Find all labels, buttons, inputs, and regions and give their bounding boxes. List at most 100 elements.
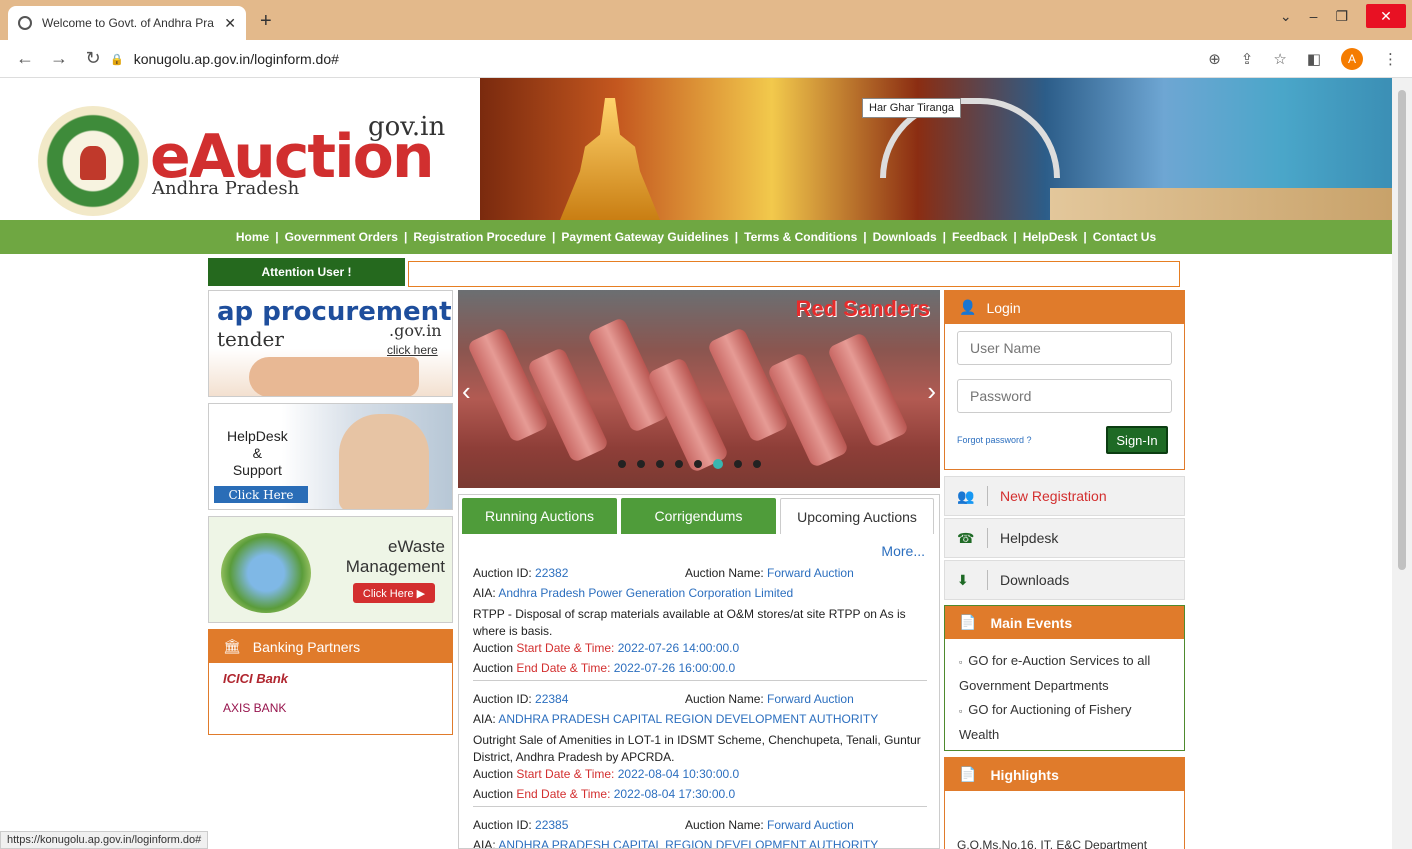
document-icon: 📄 [959,614,977,630]
ewaste-title-line2: Management [345,557,445,576]
menu-icon[interactable]: ⋮ [1383,50,1398,68]
download-icon: ⬇ [957,571,969,588]
nav-downloads[interactable]: Downloads [873,230,937,244]
slider-dots [618,459,761,469]
header-banner: gov.in eAuction Andhra Pradesh Har Ghar … [0,78,1392,220]
chevron-right-icon[interactable]: › [927,376,936,407]
auction-name-label: Auction Name: [685,692,768,706]
aia-value: ANDHRA PRADESH CAPITAL REGION DEVELOPMEN… [498,838,879,849]
new-registration-button[interactable]: 👥 New Registration [944,476,1185,516]
tab-corrigendums[interactable]: Corrigendums [621,498,776,534]
aia-label: AIA: [473,838,499,849]
page-scrollbar[interactable] [1392,78,1412,849]
back-icon[interactable]: ← [16,48,34,69]
forgot-password-link[interactable]: Forgot password ? [957,435,1032,445]
slider-dot[interactable] [656,460,664,468]
auctions-tabs: Running Auctions Corrigendums Upcoming A… [458,494,940,849]
chevron-left-icon[interactable]: ‹ [462,376,471,407]
downloads-button[interactable]: ⬇ Downloads [944,560,1185,600]
beach-image [1050,188,1392,220]
auction-name-label: Auction Name: [685,818,768,832]
forward-icon[interactable]: → [50,48,68,69]
helpdesk-label: Helpdesk [1000,530,1059,546]
banking-header: 🏛 Banking Partners [209,630,452,663]
bank-axis[interactable]: AXIS BANK [209,693,452,723]
chevron-down-icon[interactable]: ⌄ [1280,8,1292,25]
scrollbar-thumb[interactable] [1398,90,1406,570]
slider-dot[interactable] [637,460,645,468]
ewaste-click-button[interactable]: Click Here ▶ [353,583,435,603]
nav-registration-procedure[interactable]: Registration Procedure [413,230,546,244]
helpdesk-title: HelpDesk & Support [227,428,288,479]
hand-image [249,357,419,396]
ap-click-link[interactable]: click here [387,343,438,357]
main-event-item[interactable]: ▫ GO for e-Auction Services to all Govern… [959,649,1170,698]
tab-row: Running Auctions Corrigendums Upcoming A… [462,498,934,534]
ap-procurement-banner[interactable]: ap procurement .gov.in tender click here [208,290,453,397]
tab-running-auctions[interactable]: Running Auctions [462,498,617,534]
star-icon[interactable]: ☆ [1273,50,1286,68]
sign-in-button[interactable]: Sign-In [1106,426,1168,454]
main-events-header: 📄 Main Events [945,606,1184,639]
auction-name: Forward Auction [767,818,854,832]
start-value: 2022-07-26 14:00:00.0 [617,641,740,655]
main-events-list: ▫ GO for e-Auction Services to all Govern… [945,639,1184,747]
new-tab-icon[interactable]: + [260,10,272,33]
more-link[interactable]: More... [881,543,925,559]
auction-id[interactable]: 22382 [535,566,568,580]
helpdesk-banner[interactable]: HelpDesk & Support Click Here [208,403,453,510]
zoom-icon[interactable]: ⊕ [1208,50,1221,68]
image-slider: Red Sanders ‹ › [458,290,940,488]
reload-icon[interactable]: ↻ [84,48,102,69]
auction-name: Forward Auction [767,566,854,580]
lock-icon[interactable]: 🔒 [110,53,124,66]
aia-label: AIA: [473,586,499,600]
sidepanel-icon[interactable]: ◧ [1307,50,1321,68]
quick-actions: 👥 New Registration ☎ Helpdesk ⬇ Download… [944,476,1185,600]
nav-home[interactable]: Home [236,230,269,244]
slider-dot[interactable] [694,460,702,468]
user-icon: 👤 [959,299,977,315]
slider-dot[interactable] [734,460,742,468]
avatar[interactable]: A [1341,48,1363,70]
start-label: Auction [473,767,517,781]
ewaste-banner[interactable]: eWaste Management Click Here ▶ [208,516,453,623]
tab-upcoming-auctions[interactable]: Upcoming Auctions [780,498,934,534]
password-input[interactable] [957,379,1172,413]
end-value: 2022-07-26 16:00:00.0 [613,661,736,675]
slider-dot[interactable] [753,460,761,468]
nav-feedback[interactable]: Feedback [952,230,1007,244]
close-window-icon[interactable]: ✕ [1366,4,1406,28]
auction-description: Outright Sale of Amenities in LOT-1 in I… [473,733,921,764]
helpdesk-title-line1: HelpDesk [227,428,288,444]
auction-id[interactable]: 22385 [535,818,568,832]
close-tab-icon[interactable]: ✕ [224,15,236,32]
username-input[interactable] [957,331,1172,365]
helpdesk-click-button[interactable]: Click Here [214,486,308,503]
new-registration-label: New Registration [1000,488,1107,504]
url-field[interactable]: 🔒 konugolu.ap.gov.in/loginform.do# [110,45,1190,73]
nav-payment-gateway[interactable]: Payment Gateway Guidelines [561,230,728,244]
aia-value: Andhra Pradesh Power Generation Corporat… [498,586,794,600]
nav-government-orders[interactable]: Government Orders [285,230,398,244]
auction-id[interactable]: 22384 [535,692,568,706]
slider-dot[interactable] [675,460,683,468]
slider-dot[interactable] [618,460,626,468]
end-label: Auction [473,661,517,675]
restore-icon[interactable]: ❐ [1335,8,1348,25]
browser-tab[interactable]: Welcome to Govt. of Andhra Pra ✕ [8,6,246,40]
nav-terms[interactable]: Terms & Conditions [744,230,857,244]
helpdesk-button[interactable]: ☎ Helpdesk [944,518,1185,558]
bank-icici[interactable]: ICICI Bank [209,663,452,693]
brand-state: Andhra Pradesh [152,178,300,199]
nav-contact[interactable]: Contact Us [1093,230,1156,244]
main-events-panel: 📄 Main Events ▫ GO for e-Auction Services… [944,605,1185,751]
slider-dot-active[interactable] [713,459,723,469]
minimize-icon[interactable]: – [1310,8,1318,24]
main-event-item[interactable]: ▫ GO for Auctioning of Fishery Wealth [959,698,1170,747]
highlights-panel: 📄 Highlights G.O.Ms.No.16, IT, E&C Depar… [944,757,1185,849]
share-icon[interactable]: ⇪ [1241,50,1254,68]
nav-helpdesk[interactable]: HelpDesk [1023,230,1078,244]
main-event-text: GO for Auctioning of Fishery Wealth [959,702,1132,742]
tab-title: Welcome to Govt. of Andhra Pra [42,16,214,30]
